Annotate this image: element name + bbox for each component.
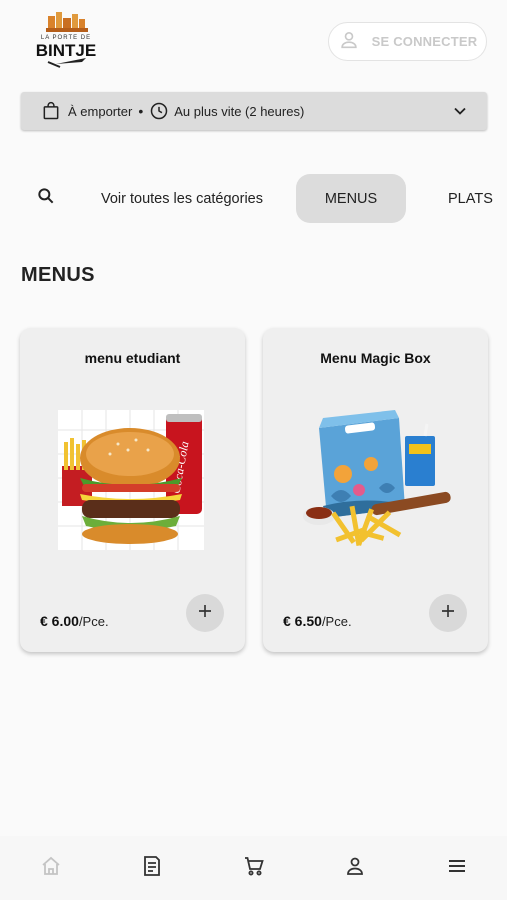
product-card[interactable]: menu etudiant Coca-Cola € 6.00/Pce. bbox=[20, 328, 245, 652]
product-name: Menu Magic Box bbox=[320, 350, 431, 366]
product-image: Coca-Cola bbox=[58, 406, 208, 556]
order-mode-label: À emporter bbox=[68, 103, 133, 119]
product-image bbox=[301, 406, 451, 556]
login-label: SE CONNECTER bbox=[371, 34, 478, 49]
clock-icon bbox=[149, 101, 169, 121]
section-title: MENUS bbox=[21, 264, 95, 286]
add-to-cart-button[interactable] bbox=[429, 594, 467, 632]
price-value: € 6.00 bbox=[40, 613, 79, 629]
plus-icon bbox=[439, 599, 457, 627]
product-price: € 6.50/Pce. bbox=[283, 613, 352, 629]
user-outline-icon bbox=[338, 29, 360, 54]
product-card[interactable]: Menu Magic Box € 6.50/Pce. bbox=[263, 328, 488, 652]
separator-dot: • bbox=[138, 103, 144, 119]
search-button[interactable] bbox=[24, 176, 68, 220]
receipt-icon[interactable] bbox=[140, 854, 164, 878]
price-value: € 6.50 bbox=[283, 613, 322, 629]
bottom-navigation bbox=[0, 836, 507, 900]
user-icon[interactable] bbox=[343, 854, 367, 878]
price-unit: /Pce. bbox=[78, 614, 109, 629]
svg-text:BINTJE: BINTJE bbox=[36, 41, 96, 60]
category-strip: Voir toutes les catégories MENUS PLATS bbox=[0, 168, 507, 230]
tab-all-categories[interactable]: Voir toutes les catégories bbox=[82, 174, 282, 223]
add-to-cart-button[interactable] bbox=[186, 594, 224, 632]
product-price: € 6.00/Pce. bbox=[40, 613, 109, 629]
home-icon[interactable] bbox=[39, 854, 63, 878]
price-unit: /Pce. bbox=[321, 614, 352, 629]
header: LA PORTE DE BINTJE SE CONNECTER bbox=[0, 0, 507, 80]
order-mode-selector[interactable]: À emporter • Au plus vite (2 heures) bbox=[21, 92, 487, 130]
order-time-label: Au plus vite (2 heures) bbox=[174, 103, 305, 119]
chevron-down-icon bbox=[450, 101, 470, 121]
tab-menus[interactable]: MENUS bbox=[296, 174, 406, 223]
login-button[interactable]: SE CONNECTER bbox=[328, 22, 487, 61]
cart-icon[interactable] bbox=[242, 854, 266, 878]
product-name: menu etudiant bbox=[84, 350, 181, 366]
search-icon bbox=[36, 186, 56, 211]
shopping-bag-icon bbox=[41, 101, 61, 121]
plus-icon bbox=[196, 599, 214, 627]
brand-logo[interactable]: LA PORTE DE BINTJE bbox=[30, 10, 102, 72]
menu-icon[interactable] bbox=[445, 854, 469, 878]
tab-plats[interactable]: PLATS bbox=[438, 174, 507, 223]
